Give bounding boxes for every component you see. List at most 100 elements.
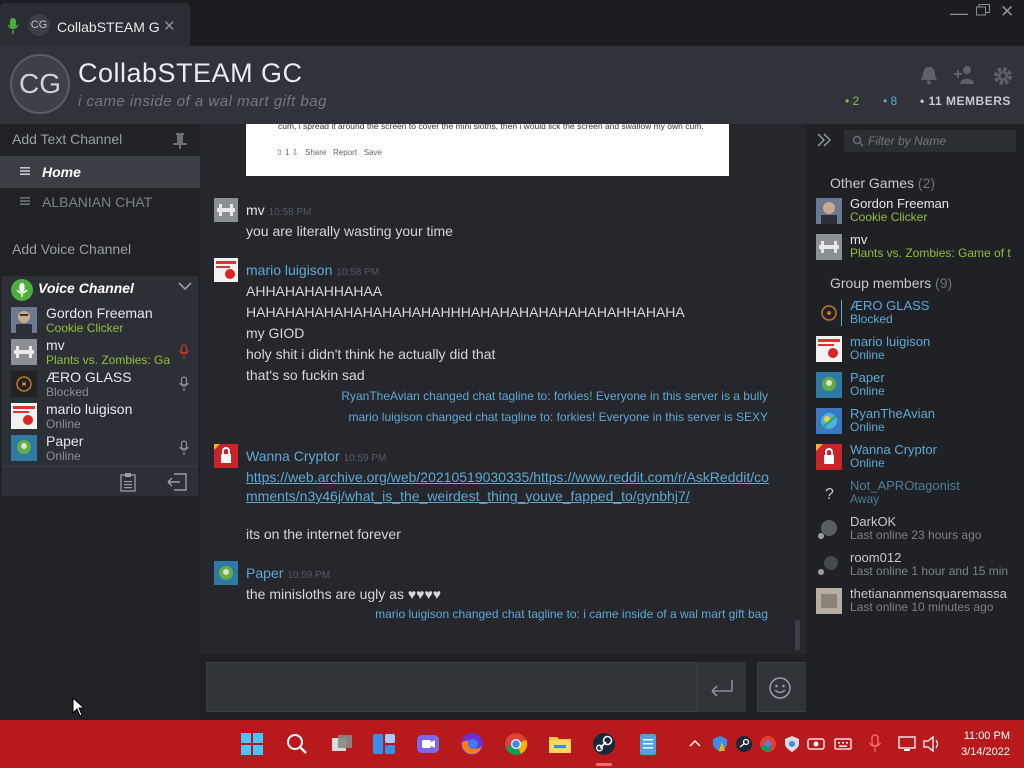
group-title: CollabSTEAM GC xyxy=(78,58,303,88)
steam-tray-icon[interactable] xyxy=(735,735,753,753)
firefox-icon[interactable] xyxy=(458,730,486,758)
chrome-tray-icon[interactable] xyxy=(759,735,777,753)
member-row[interactable]: thetiananmensquaremassa Last online 10 m… xyxy=(806,586,1024,622)
tab-collabsteam[interactable]: CG CollabSTEAM G ✕ xyxy=(0,3,190,47)
message-author[interactable]: Wanna Cryptor 10:59 PM xyxy=(246,448,386,464)
steam-icon[interactable] xyxy=(590,730,618,758)
member-row[interactable]: Paper Online xyxy=(806,370,1024,406)
chrome-icon[interactable] xyxy=(502,730,530,758)
clipboard-icon[interactable] xyxy=(118,472,138,492)
add-friend-icon[interactable] xyxy=(953,64,979,86)
emoticon-icon[interactable] xyxy=(768,676,792,700)
message-link[interactable]: https://web.archive.org/web/202105190303… xyxy=(246,468,771,506)
embedded-screenshot[interactable]: cum, i spread it around the screen to co… xyxy=(246,124,729,176)
widgets-icon[interactable] xyxy=(370,730,398,758)
member-row[interactable]: room012 Last online 1 hour and 15 min xyxy=(806,550,1024,586)
clock-date[interactable]: 3/14/2022 xyxy=(945,746,1010,758)
member-name: room012 xyxy=(850,550,902,565)
avatar[interactable] xyxy=(214,444,238,468)
voice-user[interactable]: Paper Online xyxy=(2,432,198,464)
message-text: holy shit i didn't think he actually did… xyxy=(246,346,496,362)
keyboard-icon[interactable] xyxy=(834,735,852,753)
member-row[interactable]: ? Not_APROtagonist Away xyxy=(806,478,1024,514)
other-games-header: Other Games (2) xyxy=(830,175,935,191)
author-name[interactable]: mario luigison xyxy=(246,262,332,278)
voice-user[interactable]: mv Plants vs. Zombies: Ga xyxy=(2,336,198,368)
member-row[interactable]: RyanTheAvian Online xyxy=(806,406,1024,442)
member-status: Online xyxy=(850,384,885,398)
add-text-channel-button[interactable]: Add Text Channel xyxy=(12,131,122,147)
member-count[interactable]: • 11 MEMBERS xyxy=(920,94,1011,108)
chat-input[interactable] xyxy=(206,662,698,712)
member-name: mario luigison xyxy=(850,334,931,349)
clock-time[interactable]: 11:00 PM xyxy=(945,730,1010,742)
avatar xyxy=(816,444,842,470)
tab-avatar: CG xyxy=(28,14,50,36)
chevron-down-icon[interactable] xyxy=(178,281,192,291)
author-name[interactable]: Wanna Cryptor xyxy=(246,448,340,464)
add-voice-channel-button[interactable]: Add Voice Channel xyxy=(12,241,131,257)
task-view-icon[interactable] xyxy=(328,730,356,758)
notepad-icon[interactable] xyxy=(634,730,662,758)
message-text: HAHAHAHAHAHAHAHAHAHAHHHAHAHAHAHAHAHAHAHH… xyxy=(246,304,685,320)
member-status: Blocked xyxy=(850,312,893,326)
voice-channel-header[interactable]: Voice Channel xyxy=(2,276,198,302)
member-row[interactable]: DarkOK Last online 23 hours ago xyxy=(806,514,1024,550)
collapse-members-icon[interactable] xyxy=(816,132,832,148)
bell-icon[interactable] xyxy=(918,64,940,86)
voice-user[interactable]: mario luigison Online xyxy=(2,400,198,432)
voice-user[interactable]: Gordon Freeman Cookie Clicker xyxy=(2,304,198,336)
avatar[interactable] xyxy=(214,258,238,282)
message-time: 10:59 PM xyxy=(287,570,331,581)
avatar xyxy=(816,552,842,578)
member-list: Other Games (2) Gordon Freeman Cookie Cl… xyxy=(806,124,1024,720)
search-icon[interactable] xyxy=(283,730,311,758)
message-author[interactable]: mv 10:58 PM xyxy=(246,202,311,218)
chat-scrollbar[interactable] xyxy=(795,620,800,650)
voice-user-name: Paper xyxy=(46,433,84,449)
member-row[interactable]: Wanna Cryptor Online xyxy=(806,442,1024,478)
maximize-button[interactable] xyxy=(976,4,990,16)
minimize-button[interactable]: — xyxy=(950,3,968,24)
channel-albanian-chat[interactable]: ALBANIAN CHAT xyxy=(0,186,200,218)
member-row[interactable]: Gordon Freeman Cookie Clicker xyxy=(806,196,1024,232)
active-app-indicator xyxy=(596,763,612,766)
shield-icon[interactable] xyxy=(711,735,729,753)
close-window-button[interactable]: ✕ xyxy=(1000,2,1014,22)
windows-start-icon[interactable] xyxy=(238,730,266,758)
close-tab-icon[interactable]: ✕ xyxy=(163,17,176,35)
file-explorer-icon[interactable] xyxy=(546,730,574,758)
member-status: Last online 1 hour and 15 min xyxy=(850,564,1009,578)
message-author[interactable]: Paper 10:59 PM xyxy=(246,565,330,581)
author-name[interactable]: Paper xyxy=(246,565,283,581)
member-row[interactable]: ÆRO GLASS Blocked xyxy=(806,298,1024,334)
ingame-count: • 2 xyxy=(845,94,860,108)
voice-user-status: Cookie Clicker xyxy=(46,321,124,335)
media-tray-icon[interactable] xyxy=(807,735,825,753)
avatar[interactable] xyxy=(214,561,238,585)
teams-chat-icon[interactable] xyxy=(414,730,442,758)
network-icon[interactable] xyxy=(898,735,918,753)
microphone-tray-icon[interactable] xyxy=(868,734,882,754)
channel-home[interactable]: Home xyxy=(0,156,200,188)
member-row[interactable]: mv Plants vs. Zombies: Game of t xyxy=(806,232,1024,268)
filter-input[interactable] xyxy=(868,132,1008,150)
avatar xyxy=(816,198,842,224)
volume-icon[interactable] xyxy=(922,735,942,753)
voice-user[interactable]: ÆRO GLASS Blocked xyxy=(2,368,198,400)
message-author[interactable]: mario luigison 10:58 PM xyxy=(246,262,379,278)
pin-icon[interactable] xyxy=(172,132,188,150)
message-text: you are literally wasting your time xyxy=(246,223,453,239)
avatar xyxy=(816,336,842,362)
security-tray-icon[interactable] xyxy=(783,735,801,753)
avatar[interactable] xyxy=(214,198,238,222)
chevron-up-icon[interactable] xyxy=(688,736,702,750)
leave-voice-icon[interactable] xyxy=(166,472,188,492)
online-count: • 8 xyxy=(883,94,898,108)
send-button[interactable] xyxy=(698,662,746,712)
author-name[interactable]: mv xyxy=(246,202,265,218)
group-avatar[interactable]: CG xyxy=(10,54,70,114)
member-row[interactable]: mario luigison Online xyxy=(806,334,1024,370)
gear-icon[interactable] xyxy=(991,64,1015,88)
chat-log: cum, i spread it around the screen to co… xyxy=(200,124,806,654)
